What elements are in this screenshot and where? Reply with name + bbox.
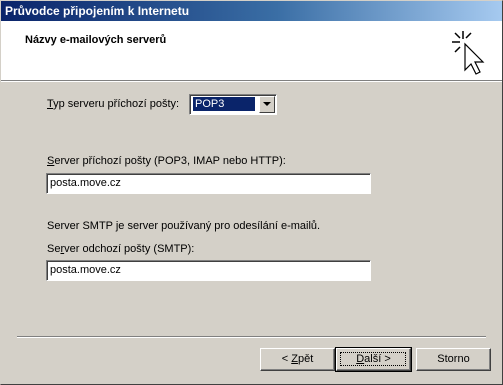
- selected-server-type: POP3: [192, 96, 256, 112]
- smtp-note: Server SMTP je server používaný pro odes…: [47, 220, 321, 232]
- focus-rectangle: [340, 352, 406, 366]
- outgoing-server-input[interactable]: posta.move.cz: [46, 260, 371, 281]
- incoming-server-type-select[interactable]: POP3: [189, 94, 277, 115]
- next-button[interactable]: Další >: [335, 347, 412, 372]
- footer-divider-highlight: [17, 337, 486, 338]
- wizard-sparkle-cursor-icon: [452, 31, 485, 75]
- header-divider-highlight: [1, 81, 502, 82]
- incoming-server-label: Server příchozí pošty (POP3, IMAP nebo H…: [47, 155, 286, 167]
- dropdown-button[interactable]: [259, 96, 275, 113]
- cancel-button[interactable]: Storno: [416, 348, 491, 371]
- title-bar[interactable]: Průvodce připojením k Internetu: [1, 1, 502, 21]
- incoming-type-label: Typ serveru příchozí pošty:: [47, 98, 180, 110]
- back-button[interactable]: < Zpět: [260, 348, 335, 371]
- chevron-down-icon: [263, 102, 271, 106]
- wizard-header: Názvy e-mailových serverů: [1, 21, 502, 80]
- page-title: Názvy e-mailových serverů: [25, 34, 167, 46]
- incoming-server-input[interactable]: posta.move.cz: [46, 173, 371, 194]
- window-title: Průvodce připojením k Internetu: [5, 4, 190, 18]
- outgoing-server-label: Server odchozí pošty (SMTP):: [47, 243, 195, 255]
- wizard-window: Průvodce připojením k Internetu Názvy e-…: [0, 0, 503, 385]
